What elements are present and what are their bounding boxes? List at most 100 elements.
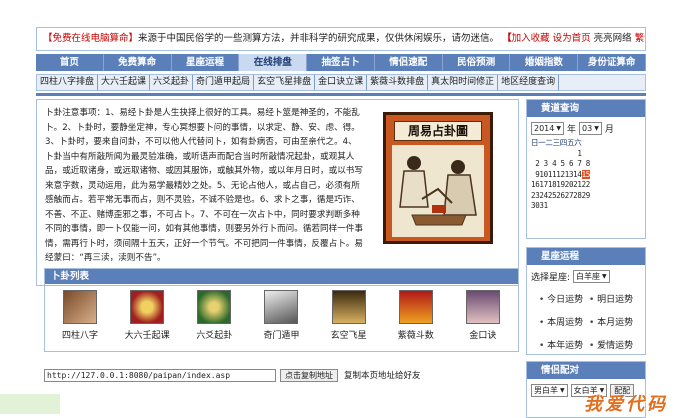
qimen-thumbnail[interactable] xyxy=(264,290,299,324)
calendar-row[interactable]: 23242526272829 xyxy=(531,191,641,202)
watermark: 我爱代码 xyxy=(584,394,668,415)
chevron-down-icon: ▼ xyxy=(602,273,607,280)
list-item-label[interactable]: 金口诀 xyxy=(456,328,510,341)
site-link[interactable]: 亮亮网络 xyxy=(594,33,632,44)
subnav-liuyao[interactable]: 六爻起卦 xyxy=(150,75,194,90)
calendar-title: 黄道查询 xyxy=(527,100,645,117)
subnav-longitude[interactable]: 地区经度查询 xyxy=(498,75,560,90)
list-item-label[interactable]: 大六壬起课 xyxy=(120,328,174,341)
couple-match-title: 情侣配对 xyxy=(527,362,645,379)
nav-couple-match[interactable]: 情侣速配 xyxy=(375,54,443,71)
calendar-row[interactable]: 9101112131415 xyxy=(531,169,641,181)
nav-lottery[interactable]: 抽签占卜 xyxy=(307,54,375,71)
calendar-days[interactable]: 910111213 xyxy=(531,170,573,179)
disclaimer-text: 来源于中国民俗学的一些测算方法，并非科学的研究成果，仅供休闲娱乐，请勿迷信。 xyxy=(138,33,500,44)
picture-title: 周易占卦圖 xyxy=(394,121,482,141)
picture-scene xyxy=(392,145,484,237)
copy-address-button[interactable]: 点击复制地址 xyxy=(280,369,338,382)
xuankong-thumbnail[interactable] xyxy=(331,290,366,324)
subnav-daliuren[interactable]: 大六壬起课 xyxy=(98,75,151,90)
year-value: 2014 xyxy=(534,124,555,133)
calendar-day[interactable]: 14 xyxy=(573,170,582,179)
male-sign-select[interactable]: 男白羊 ▼ xyxy=(531,384,568,397)
add-favorite-link[interactable]: 加入收藏 xyxy=(512,33,550,44)
nav-free-fortune[interactable]: 免费算命 xyxy=(104,54,172,71)
month-select[interactable]: 03 ▼ xyxy=(579,122,602,135)
divination-notes: 卜卦注意事项：1、易经卜卦是人生抉择上很好的工具。易经卜筮是神圣的，不能乱卜。2… xyxy=(45,108,363,263)
tomorrow-fortune-link[interactable]: 明日运势 xyxy=(589,292,639,305)
list-item-label[interactable]: 奇门遁甲 xyxy=(254,328,308,341)
divination-list: 卜卦列表 四柱八字 大六壬起课 六爻起卦 奇门遁甲 玄空飞星 紫薇斗数 金口诀 xyxy=(44,268,519,352)
chevron-down-icon: ▼ xyxy=(594,125,599,132)
subnav-jinkoujue[interactable]: 金口诀立课 xyxy=(315,75,368,90)
address-bar: http://127.0.0.1:8080/paipan/index.asp 点… xyxy=(44,368,519,384)
nav-home[interactable]: 首页 xyxy=(36,54,104,71)
sign-select-label: 选择星座: xyxy=(531,273,571,283)
year-fortune-link[interactable]: 本年运势 xyxy=(539,338,589,351)
calendar-panel: 黄道查询 2014 ▼ 年 03 ▼ 月 日一二三四五六 1 2 3 4 5 6 7… xyxy=(526,99,646,239)
nav-folk-prediction[interactable]: 民俗预测 xyxy=(443,54,511,71)
subnav-qimen[interactable]: 奇门遁甲起局 xyxy=(193,75,255,90)
calendar-row[interactable]: 16171819202122 xyxy=(531,180,641,191)
list-item-bazi[interactable]: 四柱八字 xyxy=(53,290,107,341)
chevron-down-icon: ▼ xyxy=(560,387,565,394)
copy-hint: 复制本页地址给好友 xyxy=(344,371,421,381)
decorative-blur xyxy=(0,394,60,414)
list-item-qimen[interactable]: 奇门遁甲 xyxy=(254,290,308,341)
nav-marriage-index[interactable]: 婚姻指数 xyxy=(510,54,579,71)
subnav-solar-time[interactable]: 真太阳时间修正 xyxy=(428,75,499,90)
list-item-ziwei[interactable]: 紫薇斗数 xyxy=(389,290,443,341)
love-fortune-link[interactable]: 爱情运势 xyxy=(589,338,639,351)
free-fortune-label: 【免费在线电脑算命】 xyxy=(43,33,139,44)
month-label: 月 xyxy=(604,125,614,135)
sub-nav: 四柱八字排盘 大六壬起课 六爻起卦 奇门遁甲起局 玄空飞星排盘 金口诀立课 紫薇… xyxy=(36,74,646,91)
calendar-row[interactable]: 1 xyxy=(531,149,641,160)
calendar-row[interactable]: 3031 xyxy=(531,201,641,212)
list-item-liuyao[interactable]: 六爻起卦 xyxy=(187,290,241,341)
subnav-bazi[interactable]: 四柱八字排盘 xyxy=(37,75,99,90)
list-item-label[interactable]: 六爻起卦 xyxy=(187,328,241,341)
url-field[interactable]: http://127.0.0.1:8080/paipan/index.asp xyxy=(44,369,276,382)
daliuren-thumbnail[interactable] xyxy=(130,290,165,324)
traditional-chinese-link[interactable]: 繁體中文 xyxy=(635,33,645,44)
bracket-open: 【 xyxy=(502,33,512,44)
divider xyxy=(36,93,646,96)
month-value: 03 xyxy=(582,124,593,133)
nav-horoscope[interactable]: 星座运程 xyxy=(172,54,240,71)
year-select[interactable]: 2014 ▼ xyxy=(531,122,564,135)
top-notice-bar: 【免费在线电脑算命】来源于中国民俗学的一些测算方法，并非科学的研究成果，仅供休闲… xyxy=(36,27,646,51)
zhouyi-picture: 周易占卦圖 xyxy=(383,112,493,244)
bazi-thumbnail[interactable] xyxy=(63,290,97,324)
today-fortune-link[interactable]: 今日运势 xyxy=(539,292,589,305)
divination-list-title: 卜卦列表 xyxy=(45,269,518,284)
month-fortune-link[interactable]: 本月运势 xyxy=(589,315,639,328)
nav-id-fortune[interactable]: 身份证算命 xyxy=(578,54,647,71)
subnav-xuankong[interactable]: 玄空飞星排盘 xyxy=(254,75,316,90)
male-sign-value: 男白羊 xyxy=(534,386,558,395)
nav-online-paipan[interactable]: 在线排盘 xyxy=(239,54,308,71)
main-nav: 首页 免费算命 星座运程 在线排盘 抽签占卜 情侣速配 民俗预测 婚姻指数 身份… xyxy=(36,54,647,71)
calendar-header: 日一二三四五六 xyxy=(531,138,582,147)
calendar-grid: 日一二三四五六 1 2 3 4 5 6 7 8 9101112131415 16… xyxy=(531,138,641,212)
jinkoujue-thumbnail[interactable] xyxy=(465,290,500,324)
ziwei-thumbnail[interactable] xyxy=(398,290,433,324)
list-item-label[interactable]: 紫薇斗数 xyxy=(389,328,443,341)
horoscope-title: 星座运程 xyxy=(527,248,645,265)
today-cell[interactable]: 15 xyxy=(581,169,590,179)
calendar-row[interactable]: 2 3 4 5 6 7 8 xyxy=(531,159,641,170)
subnav-ziwei[interactable]: 紫薇斗数排盘 xyxy=(367,75,429,90)
list-item-daliuren[interactable]: 大六壬起课 xyxy=(120,290,174,341)
set-homepage-link[interactable]: 设为首页 xyxy=(553,33,591,44)
list-item-jinkoujue[interactable]: 金口诀 xyxy=(456,290,510,341)
main-content: 卜卦注意事项：1、易经卜卦是人生抉择上很好的工具。易经卜筮是神圣的，不能乱卜。2… xyxy=(36,99,519,286)
sign-select[interactable]: 白羊座 ▼ xyxy=(573,270,610,283)
chevron-down-icon: ▼ xyxy=(556,125,561,132)
liuyao-thumbnail[interactable] xyxy=(197,290,232,324)
list-item-label[interactable]: 玄空飞星 xyxy=(322,328,376,341)
list-item-xuankong[interactable]: 玄空飞星 xyxy=(322,290,376,341)
list-item-label[interactable]: 四柱八字 xyxy=(53,328,107,341)
horoscope-panel: 星座运程 选择星座: 白羊座▼ 今日运势 明日运势 本周运势 本月运势 本年运势… xyxy=(526,247,646,355)
year-label: 年 xyxy=(566,125,576,135)
sign-value: 白羊座 xyxy=(576,272,601,281)
week-fortune-link[interactable]: 本周运势 xyxy=(539,315,589,328)
